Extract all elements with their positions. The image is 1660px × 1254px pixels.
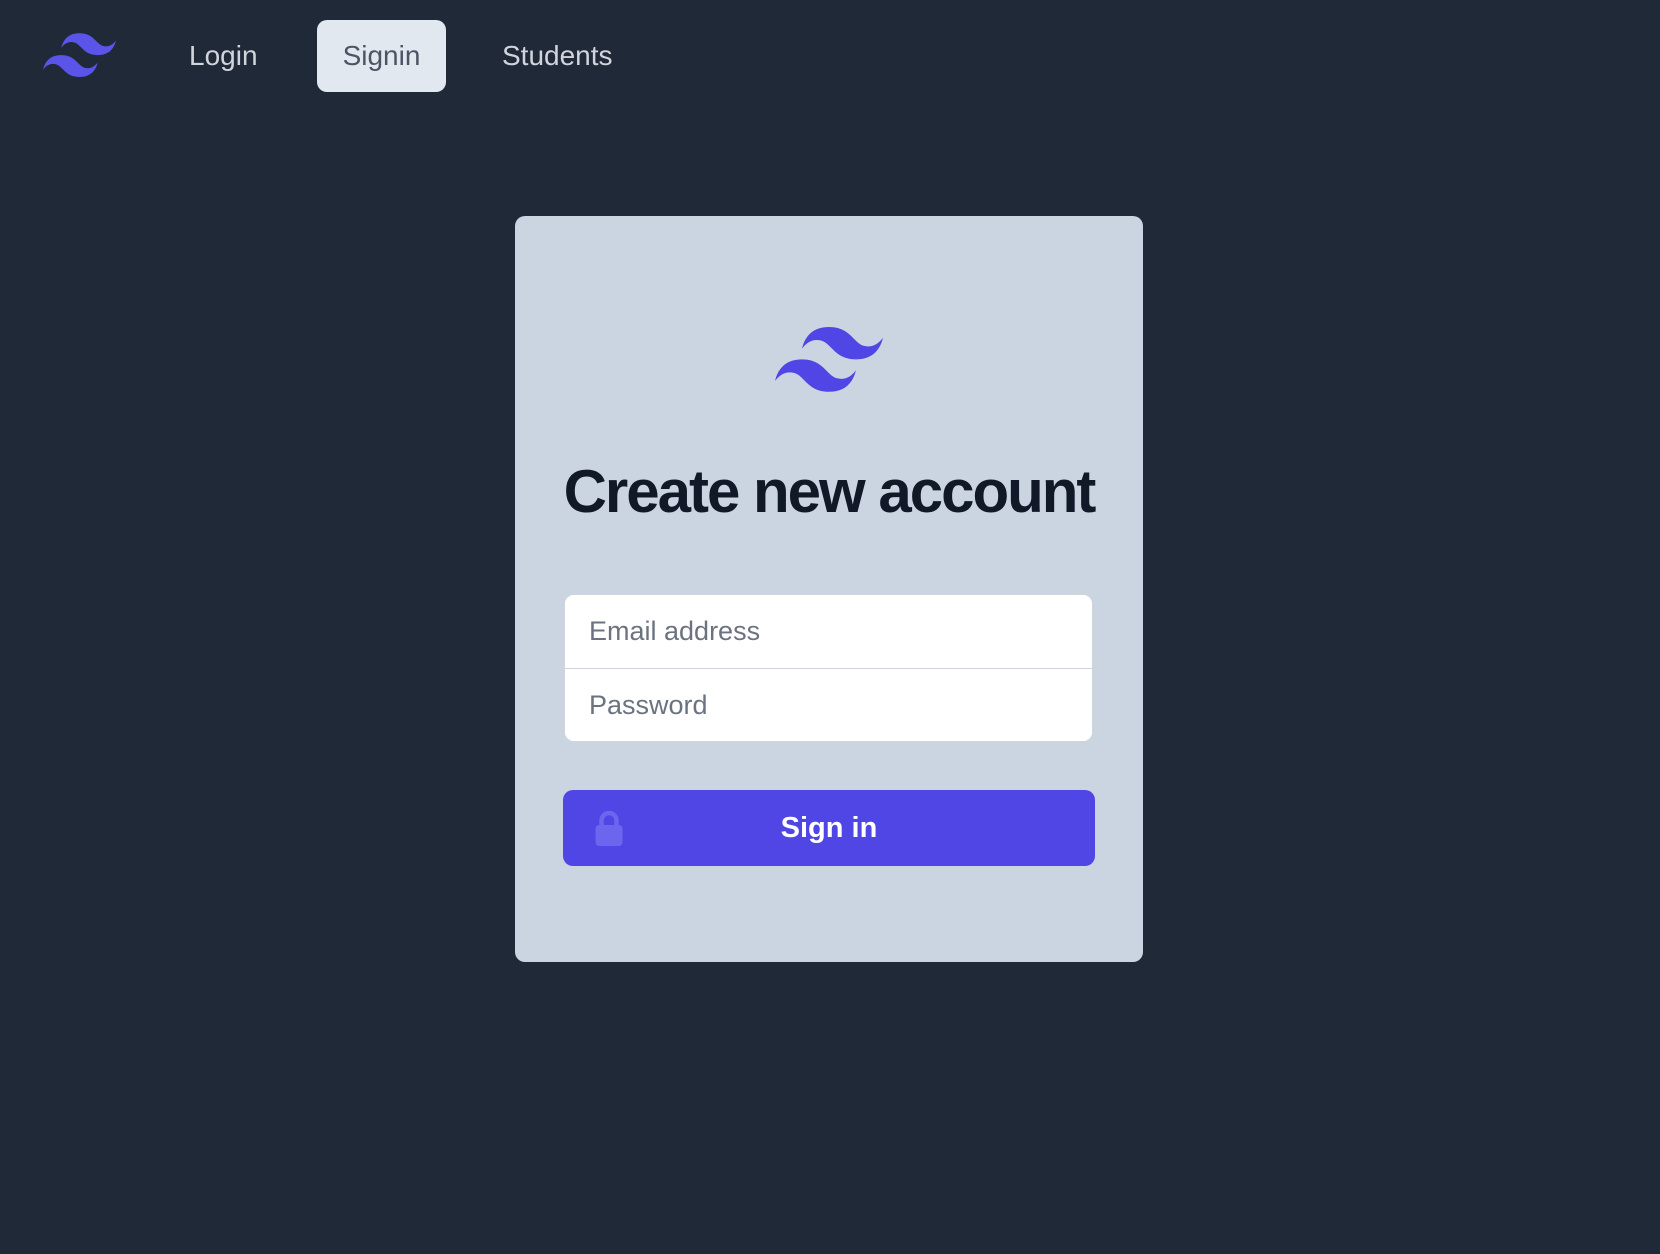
nav-link-signin[interactable]: Signin <box>317 20 446 92</box>
signup-card: Create new account Sign in <box>515 216 1143 962</box>
password-field[interactable] <box>565 669 1092 741</box>
email-field[interactable] <box>565 595 1092 669</box>
top-navbar: Login Signin Students <box>0 0 1660 112</box>
lock-icon <box>594 810 624 846</box>
tailwind-logo-icon <box>775 327 883 393</box>
sign-in-button-label: Sign in <box>780 812 878 844</box>
sign-in-button[interactable]: Sign in <box>563 790 1095 866</box>
nav-link-login[interactable]: Login <box>165 20 282 92</box>
nav-link-students[interactable]: Students <box>478 20 637 92</box>
credentials-field-group <box>564 594 1093 742</box>
page-title: Create new account <box>563 458 1097 525</box>
tailwind-logo-icon[interactable] <box>43 33 116 78</box>
